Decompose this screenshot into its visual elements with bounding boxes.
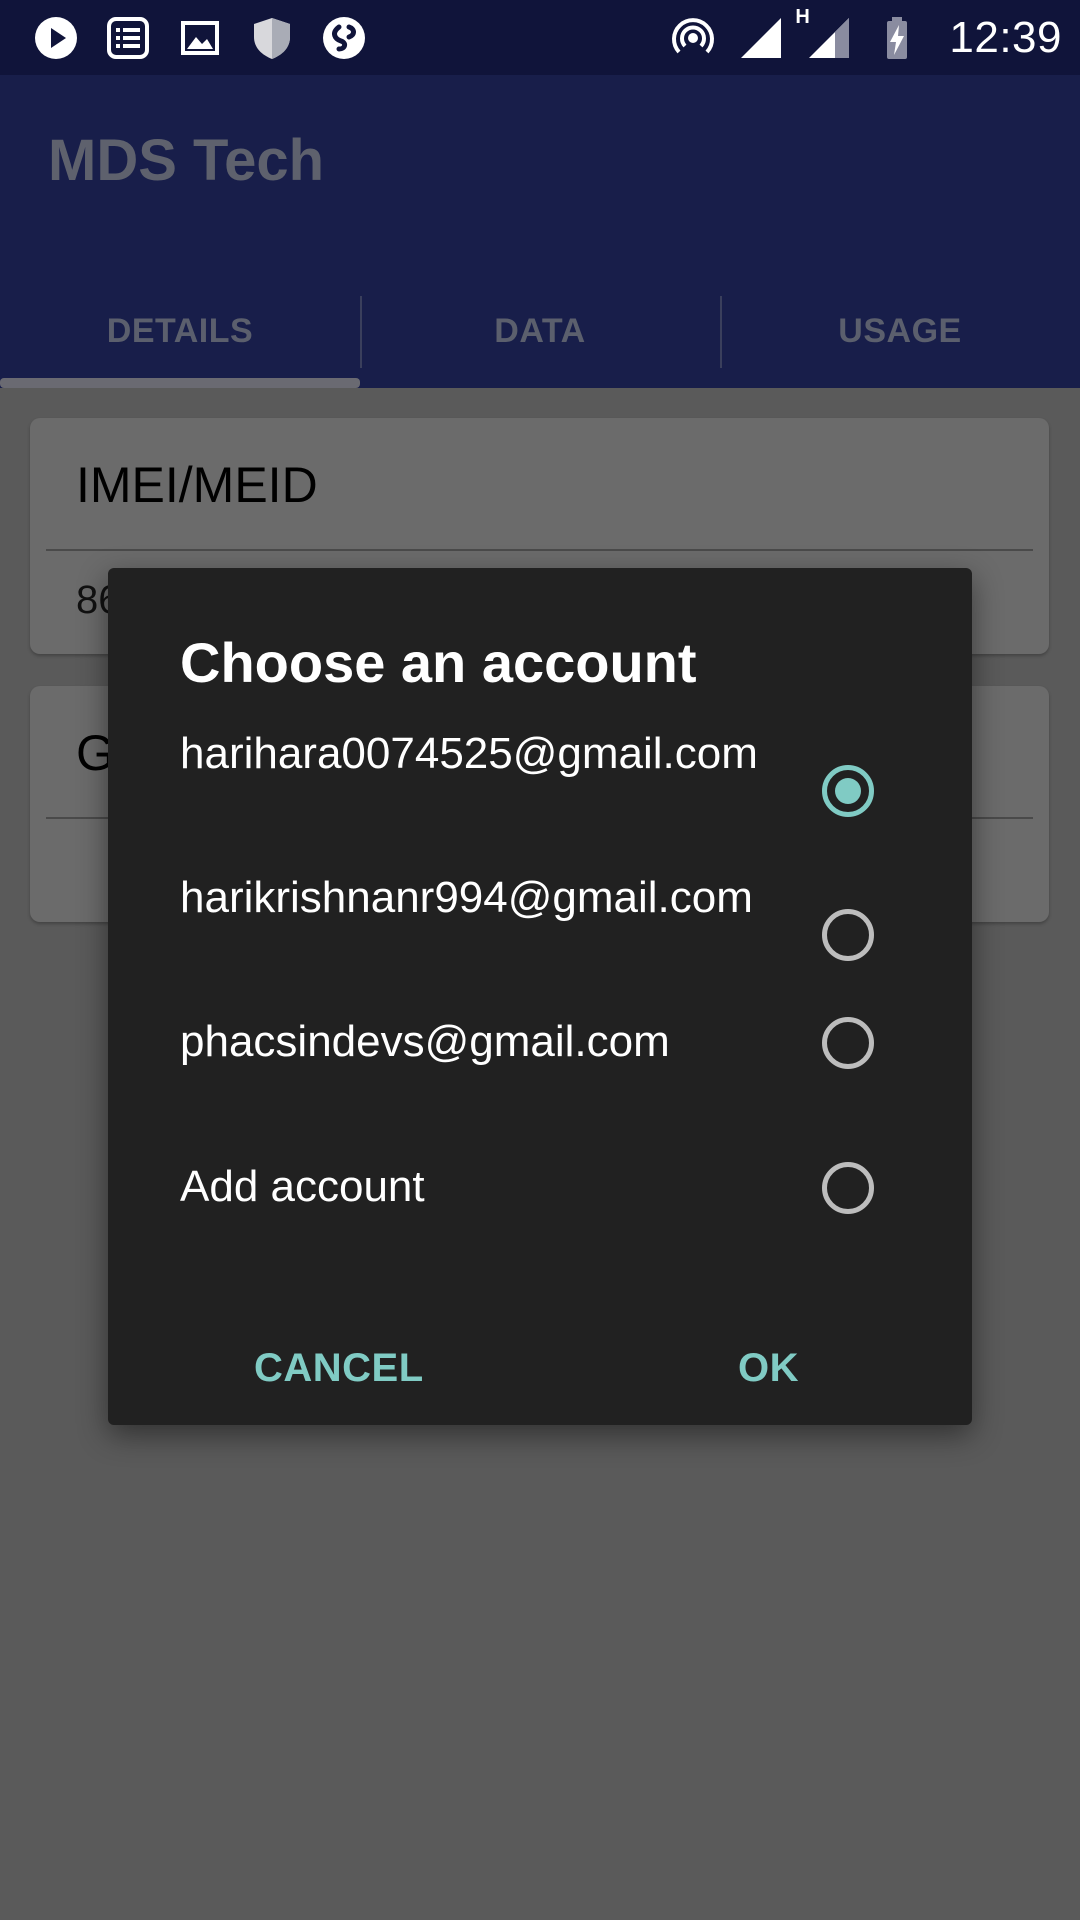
hotspot-icon xyxy=(667,12,719,64)
tab-data[interactable]: DATA xyxy=(360,275,720,388)
network-type-label: H xyxy=(795,6,810,28)
radio-button[interactable] xyxy=(822,909,874,961)
radio-button-checked[interactable] xyxy=(822,765,874,817)
tab-usage[interactable]: USAGE xyxy=(720,275,1080,388)
option-label: phacsindevs@gmail.com xyxy=(180,1017,670,1066)
option-label: Add account xyxy=(180,1162,425,1211)
battery-charging-icon xyxy=(871,12,923,64)
signal-icon xyxy=(735,12,787,64)
cancel-button[interactable]: CANCEL xyxy=(254,1328,424,1408)
clock: 12:39 xyxy=(949,13,1062,62)
status-bar: H 12:39 xyxy=(0,0,1080,75)
shield-icon xyxy=(246,12,298,64)
dialog-actions: CANCEL OK xyxy=(108,1328,972,1408)
document-list-icon xyxy=(102,12,154,64)
add-account-option[interactable]: Add account xyxy=(180,1122,920,1252)
image-icon xyxy=(174,12,226,64)
signal-h-icon: H xyxy=(795,6,855,64)
card-title: IMEI/MEID xyxy=(76,457,318,513)
radio-button[interactable] xyxy=(822,1017,874,1069)
shazam-icon xyxy=(318,12,370,64)
card-divider xyxy=(46,549,1033,551)
screen: H 12:39 MDS Tech DETAILS DATA USAGE IMEI… xyxy=(0,0,1080,1920)
ok-button[interactable]: OK xyxy=(738,1328,799,1408)
app-title: MDS Tech xyxy=(48,128,325,193)
app-bar: MDS Tech DETAILS DATA USAGE xyxy=(0,75,1080,388)
tab-details[interactable]: DETAILS xyxy=(0,275,360,388)
system-icons: H 12:39 xyxy=(667,6,1062,64)
play-icon xyxy=(30,12,82,64)
option-label: harikrishnanr994@gmail.com xyxy=(180,873,753,922)
choose-account-dialog: Choose an account harihara0074525@gmail.… xyxy=(108,568,972,1425)
tab-indicator xyxy=(0,378,360,388)
option-label: harihara0074525@gmail.com xyxy=(180,729,758,778)
tab-bar: DETAILS DATA USAGE xyxy=(0,275,1080,388)
dialog-title: Choose an account xyxy=(180,631,697,694)
radio-button[interactable] xyxy=(822,1162,874,1214)
account-option-1[interactable]: harihara0074525@gmail.com xyxy=(180,725,920,855)
account-option-3[interactable]: phacsindevs@gmail.com xyxy=(180,977,920,1107)
notification-icons xyxy=(30,12,370,64)
